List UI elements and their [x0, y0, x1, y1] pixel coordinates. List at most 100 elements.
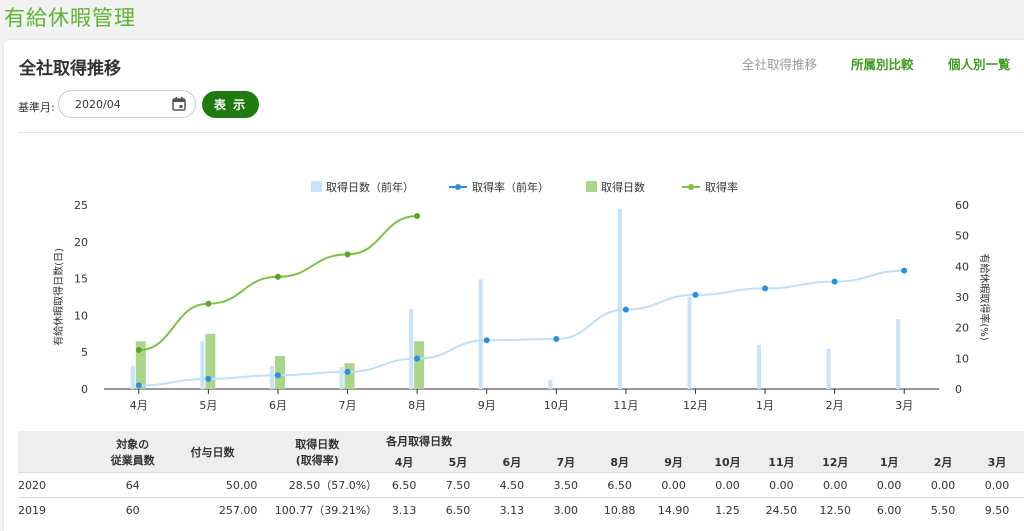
- rate-current-year-line: [138, 215, 418, 352]
- bar-current-year: [344, 363, 355, 389]
- bar-prev-year: [478, 279, 483, 389]
- legend-swatch: [311, 181, 322, 192]
- monthly-cell: 0.00: [754, 472, 809, 498]
- month-header: 6月: [484, 451, 539, 473]
- rate-prev-year-point: [762, 285, 769, 292]
- rate-prev-year-point: [483, 337, 490, 344]
- monthly-cell: 3.13: [484, 497, 539, 522]
- x-tick-label: 3月: [895, 399, 913, 412]
- rate-prev-year-point: [831, 278, 838, 285]
- monthly-cell: 0.00: [970, 472, 1024, 498]
- legend-label: 取得率: [705, 180, 738, 194]
- monthly-cell: 7.50: [431, 472, 485, 498]
- monthly-cell: 10.88: [592, 497, 647, 522]
- y-axis-title: 有給休暇取得日数(日): [52, 248, 65, 346]
- app-title: 有給休暇管理: [4, 6, 136, 30]
- employees-cell: 60: [97, 497, 168, 522]
- monthly-cell: 0.00: [916, 472, 971, 498]
- y2-tick-label: 50: [955, 230, 969, 243]
- y2-tick-label: 20: [955, 322, 969, 335]
- y-tick-label: 10: [74, 309, 88, 322]
- rate-prev-year-point: [344, 368, 351, 375]
- bar-prev-year: [409, 308, 414, 389]
- legend-label: 取得日数: [601, 181, 645, 194]
- monthly-cell: 6.50: [431, 497, 485, 522]
- rate-current-year-point: [414, 213, 421, 220]
- employees-cell: 64: [97, 472, 168, 498]
- legend-label: 取得率（前年）: [472, 180, 549, 194]
- bar-prev-year: [687, 297, 692, 389]
- month-header: 9月: [646, 451, 701, 473]
- bar-prev-year: [339, 366, 344, 389]
- table-row: 2020 64 50.00 28.50（57.0%） 6.50 7.50 4.50 3.50 6…: [18, 472, 1024, 498]
- legend-dot: [455, 184, 461, 190]
- year-cell: 2019: [18, 497, 98, 522]
- granted-header: 付与日数: [167, 431, 258, 473]
- monthly-cell: 3.50: [538, 472, 593, 498]
- month-header: 1月: [862, 451, 917, 473]
- rate-current-year-point: [344, 251, 351, 258]
- y2-tick-label: 40: [955, 260, 969, 273]
- rate-prev-year-point: [274, 372, 281, 379]
- granted-cell: 257.00: [167, 497, 258, 522]
- monthly-cell: 3.00: [538, 497, 593, 522]
- table-row: 2019 60 257.00 100.77（39.21%） 3.13 6.50 3.13 3.…: [18, 497, 1024, 522]
- rate-prev-year-point: [553, 336, 560, 343]
- month-header: 2月: [916, 451, 971, 473]
- monthly-cell: 9.50: [970, 497, 1024, 522]
- monthly-cell: 0.00: [646, 472, 701, 498]
- main-card: 全社取得推移 全社取得推移 所属別比較 個人別一覧 基準月: 2020/04 表…: [4, 40, 1024, 531]
- month-header: 5月: [431, 451, 485, 473]
- month-header: 4月: [377, 451, 432, 473]
- monthly-cell: 0.00: [700, 472, 755, 498]
- x-tick-label: 4月: [130, 399, 148, 412]
- y2-tick-label: 0: [955, 383, 962, 396]
- bar-prev-year: [617, 208, 622, 389]
- bar-prev-year: [548, 379, 553, 389]
- bar-current-year: [414, 341, 425, 389]
- x-tick-label: 5月: [199, 399, 217, 412]
- monthly-cell: 24.50: [754, 497, 809, 522]
- bar-prev-year: [757, 344, 762, 389]
- granted-cell: 50.00: [167, 472, 258, 498]
- monthly-cell: 6.50: [592, 472, 647, 498]
- x-tick-label: 1月: [756, 399, 774, 412]
- month-header: 10月: [700, 451, 755, 473]
- month-header: 8月: [592, 451, 647, 473]
- legend-swatch: [586, 181, 597, 192]
- rate-prev-year-point: [205, 375, 212, 382]
- y2-tick-label: 30: [955, 291, 969, 304]
- bar-prev-year: [269, 365, 274, 389]
- monthly-cell: 0.00: [862, 472, 917, 498]
- y2-axis-title: 有給休暇取得率(%): [978, 253, 991, 340]
- bar-prev-year: [200, 341, 205, 389]
- monthly-header: 各月取得日数: [377, 431, 1024, 451]
- x-tick-label: 12月: [683, 399, 708, 412]
- bar-prev-year: [130, 365, 135, 389]
- rate-prev-year-point: [414, 355, 421, 362]
- leave-trend-chart: 0 5 10 15 20 25 0 10 20 30 40 50 60 4月 5月 6月 7月 8月 9月 10月 11…: [52, 180, 991, 412]
- taken-header: 取得日数 (取得率): [257, 431, 378, 473]
- x-tick-label: 6月: [269, 399, 287, 412]
- y-tick-label: 20: [74, 236, 88, 249]
- legend-dot: [688, 184, 694, 190]
- monthly-cell: 12.50: [808, 497, 863, 522]
- month-header: 3月: [970, 451, 1024, 473]
- monthly-cell: 1.25: [700, 497, 755, 522]
- rate-current-year-point: [135, 347, 142, 354]
- x-tick-label: 8月: [408, 399, 426, 412]
- month-header: 11月: [754, 451, 809, 473]
- rate-current-year-point: [205, 300, 212, 307]
- bar-prev-year: [826, 348, 831, 389]
- rate-current-year-point: [274, 273, 281, 280]
- bar-current-year: [274, 355, 285, 389]
- month-header: 7月: [538, 451, 593, 473]
- rate-prev-year-point: [692, 291, 699, 298]
- monthly-cell: 5.50: [916, 497, 971, 522]
- monthly-cell: 4.50: [484, 472, 539, 498]
- y-tick-label: 5: [81, 346, 88, 359]
- month-header: 12月: [808, 451, 863, 473]
- x-tick-label: 7月: [339, 399, 357, 412]
- monthly-cell: 14.90: [646, 497, 701, 522]
- y2-tick-label: 10: [955, 352, 969, 365]
